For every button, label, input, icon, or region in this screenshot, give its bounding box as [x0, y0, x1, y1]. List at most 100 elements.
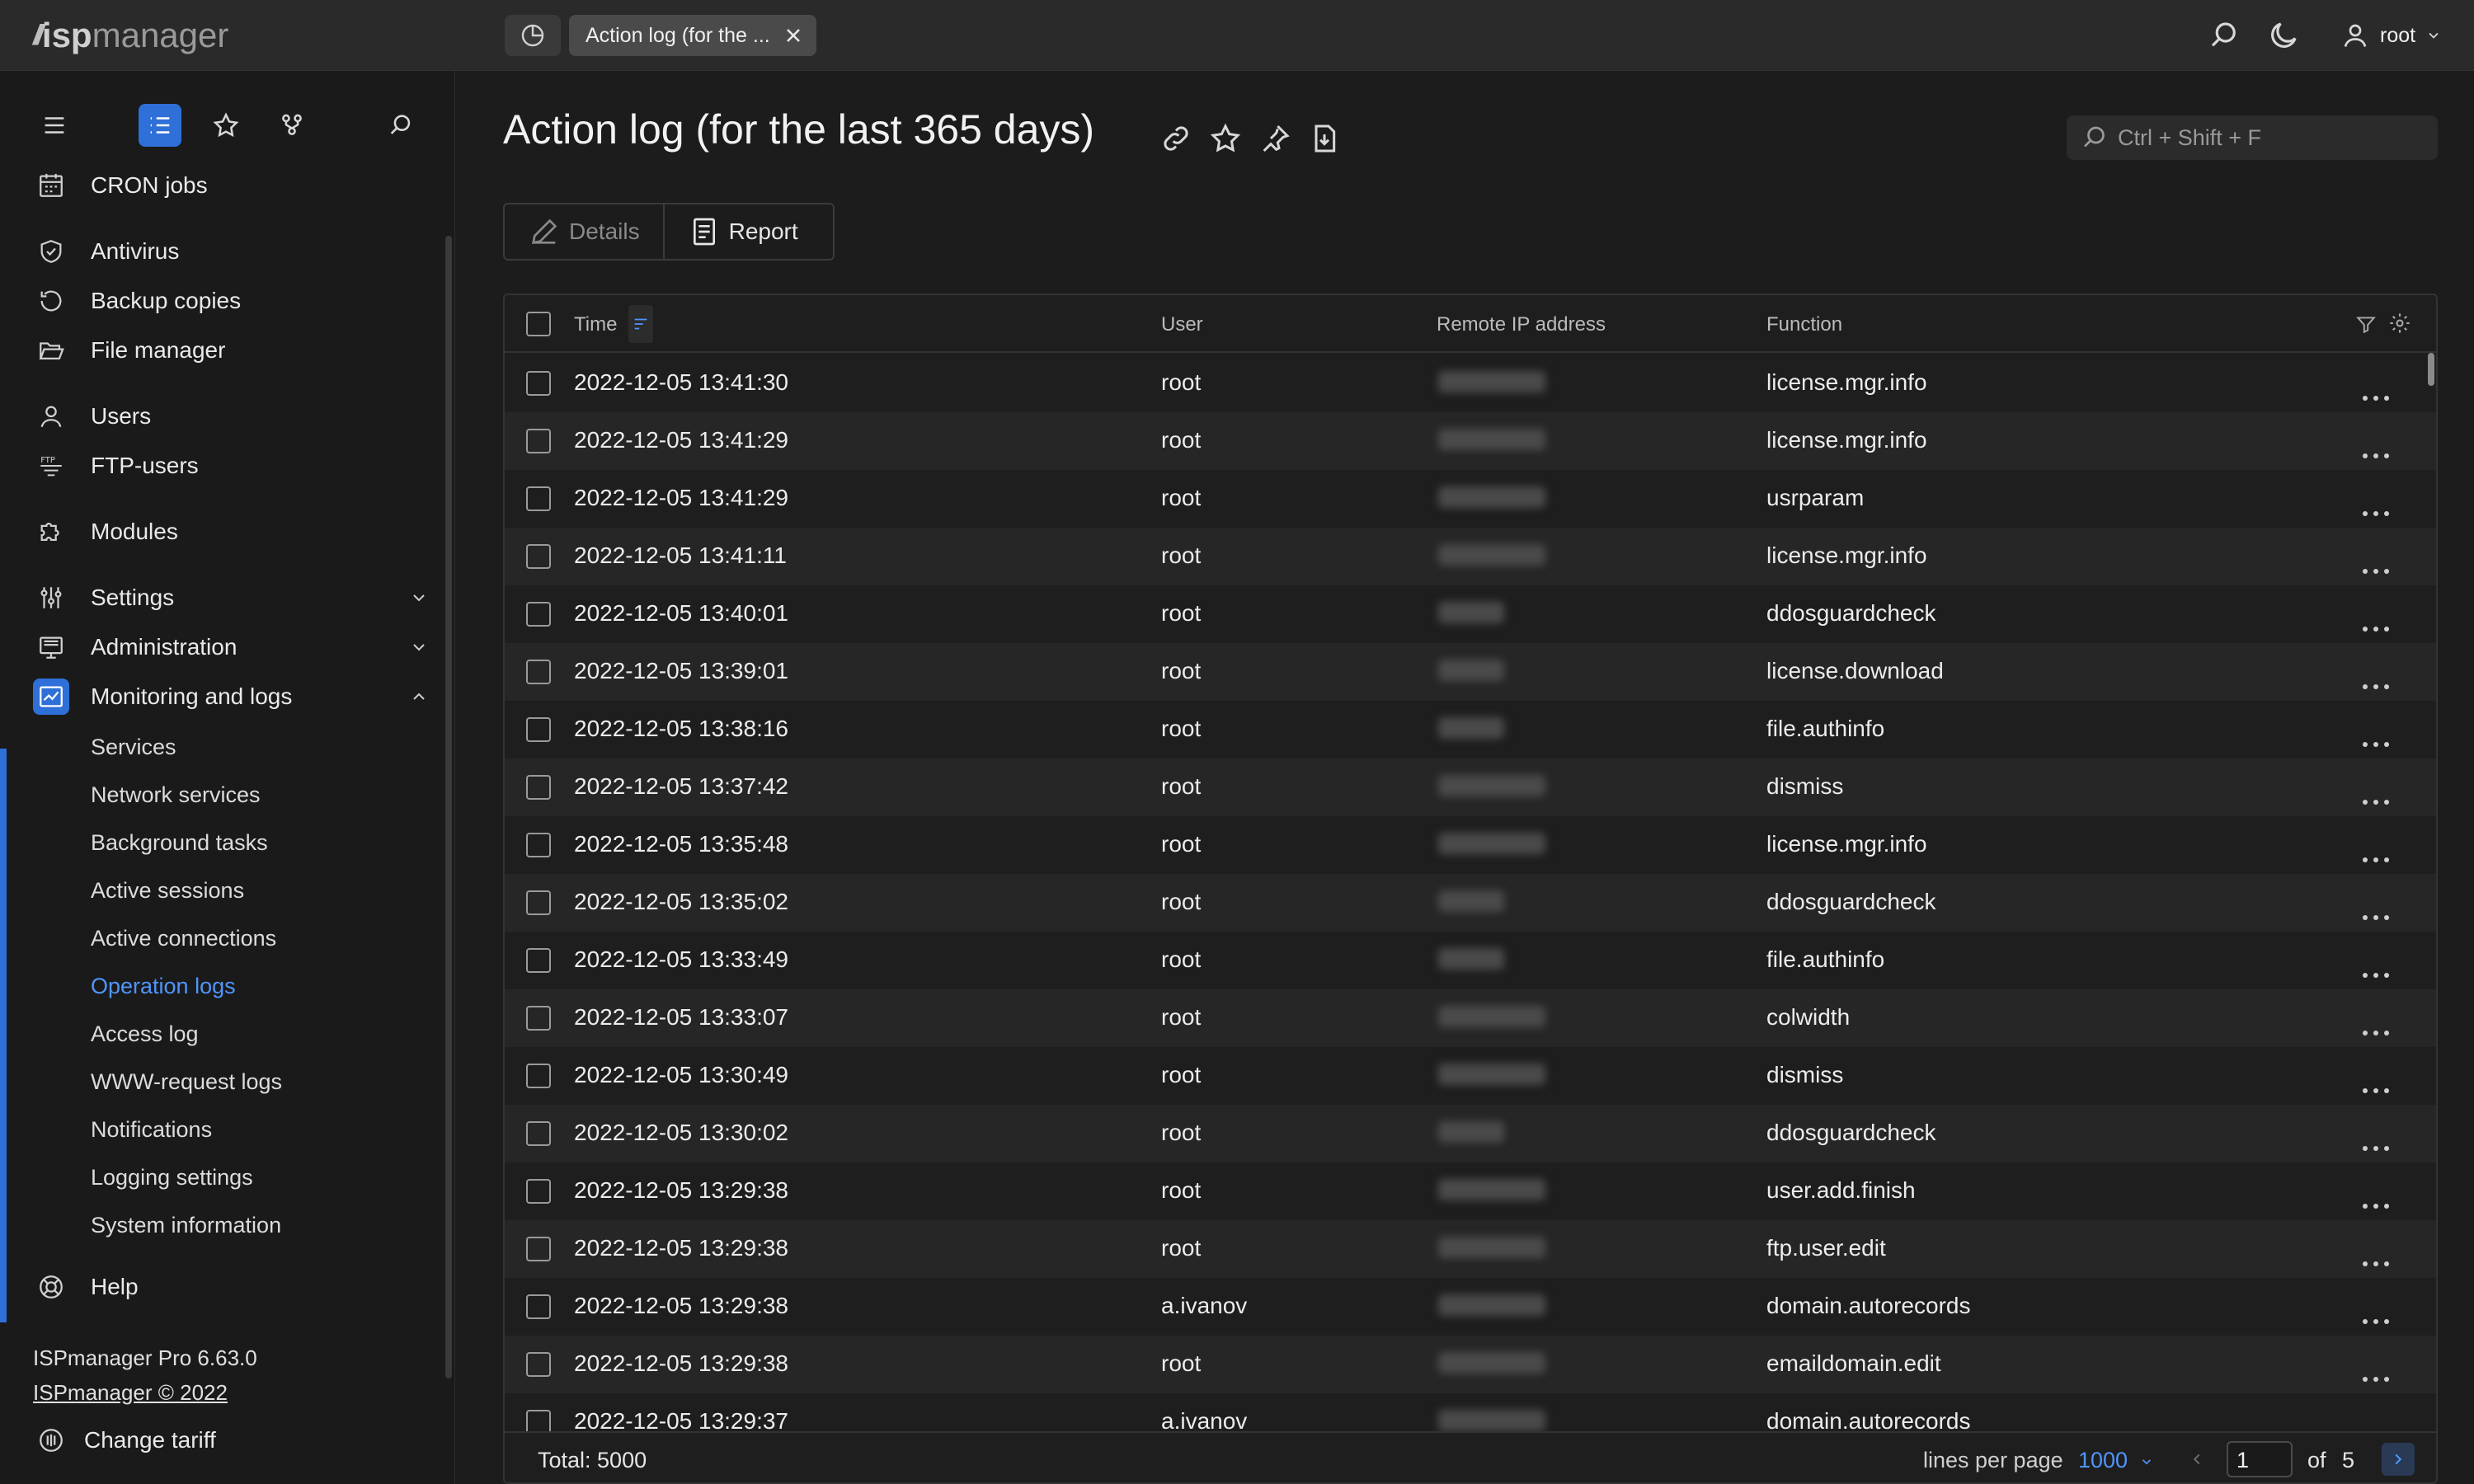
sidebar-subitem-access-log[interactable]: Access log	[91, 1016, 199, 1052]
sidebar-scrollbar[interactable]	[445, 236, 452, 1378]
column-header-function[interactable]: Function	[1766, 313, 1842, 336]
sidebar-item-cron-jobs[interactable]: CRON jobs	[33, 165, 429, 206]
sidebar-item-ftp-users[interactable]: FTP FTP-users	[33, 445, 429, 486]
table-row[interactable]: 2022-12-05 13:33:07 root colwidth	[505, 989, 2436, 1047]
pin-icon[interactable]	[1258, 122, 1291, 155]
row-actions-button[interactable]	[2362, 554, 2390, 580]
table-row[interactable]: 2022-12-05 13:41:29 root license.mgr.info	[505, 412, 2436, 470]
row-checkbox[interactable]	[526, 544, 551, 569]
sidebar-subitem-active-sessions[interactable]: Active sessions	[91, 872, 244, 909]
user-menu[interactable]: root	[2340, 15, 2442, 56]
sidebar-item-file-manager[interactable]: File manager	[33, 330, 429, 371]
table-row[interactable]: 2022-12-05 13:30:49 root dismiss	[505, 1047, 2436, 1105]
row-actions-button[interactable]	[2362, 1304, 2390, 1331]
row-checkbox[interactable]	[526, 890, 551, 915]
row-actions-button[interactable]	[2362, 727, 2390, 754]
sidebar-item-users[interactable]: Users	[33, 396, 429, 437]
table-row[interactable]: 2022-12-05 13:29:38 root emaildomain.edit	[505, 1336, 2436, 1393]
column-header-remote-ip[interactable]: Remote IP address	[1437, 313, 1606, 336]
row-actions-button[interactable]	[2362, 612, 2390, 638]
moon-icon[interactable]	[2266, 18, 2301, 53]
table-row[interactable]: 2022-12-05 13:29:38 a.ivanov domain.autore…	[505, 1278, 2436, 1336]
row-checkbox[interactable]	[526, 602, 551, 627]
row-actions-button[interactable]	[2362, 1189, 2390, 1215]
table-row[interactable]: 2022-12-05 13:33:49 root file.authinfo	[505, 932, 2436, 989]
sidebar-item-modules[interactable]: Modules	[33, 511, 429, 552]
table-row[interactable]: 2022-12-05 13:41:29 root usrparam	[505, 470, 2436, 528]
column-header-time[interactable]: Time	[574, 313, 617, 336]
sidebar-item-administration[interactable]: Administration	[33, 627, 429, 668]
tab-action-log[interactable]: Action log (for the ...	[569, 15, 816, 56]
table-row[interactable]: 2022-12-05 13:40:01 root ddosguardcheck	[505, 585, 2436, 643]
row-actions-button[interactable]	[2362, 439, 2390, 465]
row-checkbox[interactable]	[526, 371, 551, 396]
table-row[interactable]: 2022-12-05 13:35:02 root ddosguardcheck	[505, 874, 2436, 932]
row-checkbox[interactable]	[526, 717, 551, 742]
row-actions-button[interactable]	[2362, 1073, 2390, 1100]
table-row[interactable]: 2022-12-05 13:37:42 root dismiss	[505, 758, 2436, 816]
row-checkbox[interactable]	[526, 429, 551, 453]
ispmanager-logo[interactable]: // isp manager	[33, 15, 228, 56]
row-actions-button[interactable]	[2362, 381, 2390, 407]
details-button[interactable]: Details	[505, 204, 663, 259]
select-all-checkbox[interactable]	[526, 312, 551, 336]
filter-icon[interactable]	[2355, 313, 2377, 335]
integrations-button[interactable]	[270, 104, 313, 147]
sidebar-subitem-notifications[interactable]: Notifications	[91, 1111, 212, 1148]
row-checkbox[interactable]	[526, 1352, 551, 1377]
row-checkbox[interactable]	[526, 1064, 551, 1088]
table-row[interactable]: 2022-12-05 13:30:02 root ddosguardcheck	[505, 1105, 2436, 1162]
table-row[interactable]: 2022-12-05 13:35:48 root license.mgr.info	[505, 816, 2436, 874]
column-header-user[interactable]: User	[1161, 313, 1203, 336]
table-row[interactable]: 2022-12-05 13:38:16 root file.authinfo	[505, 701, 2436, 758]
link-icon[interactable]	[1159, 122, 1192, 155]
row-checkbox[interactable]	[526, 1006, 551, 1031]
row-actions-button[interactable]	[2362, 1362, 2390, 1388]
sidebar-item-settings[interactable]: Settings	[33, 577, 429, 618]
row-actions-button[interactable]	[2362, 785, 2390, 811]
menu-toggle-button[interactable]	[33, 104, 76, 147]
row-actions-button[interactable]	[2362, 1016, 2390, 1042]
row-checkbox[interactable]	[526, 833, 551, 857]
row-actions-button[interactable]	[2362, 958, 2390, 984]
sidebar-subitem-logging-settings[interactable]: Logging settings	[91, 1159, 253, 1195]
previous-page-button[interactable]	[2180, 1443, 2213, 1476]
sidebar-item-antivirus[interactable]: Antivirus	[33, 231, 429, 272]
star-icon[interactable]	[1209, 122, 1242, 155]
sidebar-subitem-www-request-logs[interactable]: WWW-request logs	[91, 1064, 282, 1100]
row-checkbox[interactable]	[526, 1179, 551, 1204]
table-row[interactable]: 2022-12-05 13:39:01 root license.download	[505, 643, 2436, 701]
sidebar-item-backup-copies[interactable]: Backup copies	[33, 280, 429, 322]
table-row[interactable]: 2022-12-05 13:41:30 root license.mgr.info	[505, 355, 2436, 412]
row-checkbox[interactable]	[526, 775, 551, 800]
row-actions-button[interactable]	[2362, 669, 2390, 696]
table-search-input[interactable]: Ctrl + Shift + F	[2067, 115, 2438, 160]
history-button[interactable]	[505, 15, 561, 56]
sidebar-subitem-network-services[interactable]: Network services	[91, 777, 261, 813]
sidebar-subitem-background-tasks[interactable]: Background tasks	[91, 824, 268, 861]
change-tariff-button[interactable]: Change tariff	[33, 1420, 429, 1461]
table-scrollbar[interactable]	[2428, 353, 2434, 386]
sidebar-subitem-services[interactable]: Services	[91, 729, 176, 765]
copyright-link[interactable]: ISPmanager © 2022	[33, 1380, 228, 1406]
sidebar-subitem-operation-logs[interactable]: Operation logs	[91, 968, 236, 1004]
row-checkbox[interactable]	[526, 948, 551, 973]
row-checkbox[interactable]	[526, 1121, 551, 1146]
table-row[interactable]: 2022-12-05 13:41:11 root license.mgr.info	[505, 528, 2436, 585]
close-icon[interactable]	[782, 24, 805, 47]
sidebar-subitem-system-information[interactable]: System information	[91, 1207, 281, 1243]
menu-search-button[interactable]	[379, 104, 422, 147]
favorites-button[interactable]	[205, 104, 247, 147]
lines-per-page-select[interactable]: 1000	[2078, 1448, 2154, 1473]
search-icon[interactable]	[2207, 18, 2241, 53]
row-actions-button[interactable]	[2362, 900, 2390, 927]
gear-icon[interactable]	[2388, 312, 2411, 335]
row-actions-button[interactable]	[2362, 843, 2390, 869]
menu-list-button[interactable]	[139, 104, 181, 147]
download-icon[interactable]	[1308, 122, 1341, 155]
sidebar-subitem-active-connections[interactable]: Active connections	[91, 920, 276, 956]
row-actions-button[interactable]	[2362, 1131, 2390, 1158]
row-checkbox[interactable]	[526, 486, 551, 511]
row-checkbox[interactable]	[526, 1294, 551, 1319]
next-page-button[interactable]	[2382, 1443, 2415, 1476]
